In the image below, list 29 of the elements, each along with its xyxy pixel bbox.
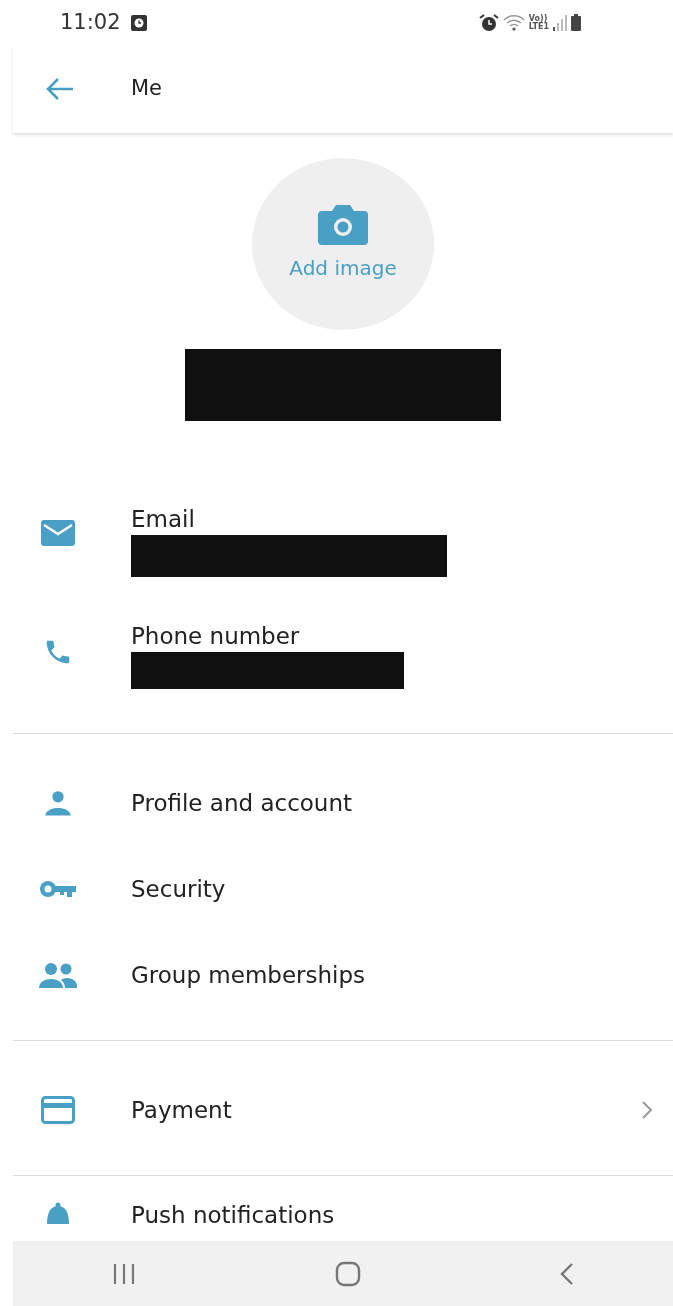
home-icon	[335, 1260, 361, 1287]
network-label: Vo)) LTE1	[528, 14, 549, 31]
wifi-icon	[502, 13, 525, 32]
alarm-icon	[478, 13, 499, 32]
back-arrow-icon	[45, 77, 75, 101]
field-label: Email	[131, 505, 196, 533]
battery-icon	[571, 14, 581, 31]
credit-card-icon	[41, 1096, 75, 1124]
back-button[interactable]	[559, 1261, 574, 1286]
email-icon	[41, 520, 75, 546]
app-notification-icon	[130, 14, 147, 31]
recent-apps-button[interactable]	[112, 1262, 137, 1285]
menu-item[interactable]: Push notifications	[13, 1190, 673, 1240]
back-button[interactable]	[45, 77, 75, 101]
menu-item[interactable]: Security	[13, 846, 673, 932]
field-label: Phone number	[131, 622, 301, 650]
clock-time: 11:02	[60, 8, 121, 36]
home-button[interactable]	[335, 1260, 361, 1287]
key-icon	[39, 878, 77, 900]
screen-title: Me	[131, 75, 163, 103]
person-icon	[43, 788, 73, 818]
menu-item[interactable]: Profile and account	[13, 760, 673, 846]
back-chevron-icon	[559, 1261, 574, 1286]
signal-icon	[553, 14, 567, 31]
menu-item[interactable]: Group memberships	[13, 932, 673, 1018]
recent-apps-icon	[112, 1262, 137, 1285]
group-icon	[39, 962, 77, 988]
camera-icon	[318, 205, 368, 245]
menu-item[interactable]: Payment	[13, 1067, 673, 1153]
